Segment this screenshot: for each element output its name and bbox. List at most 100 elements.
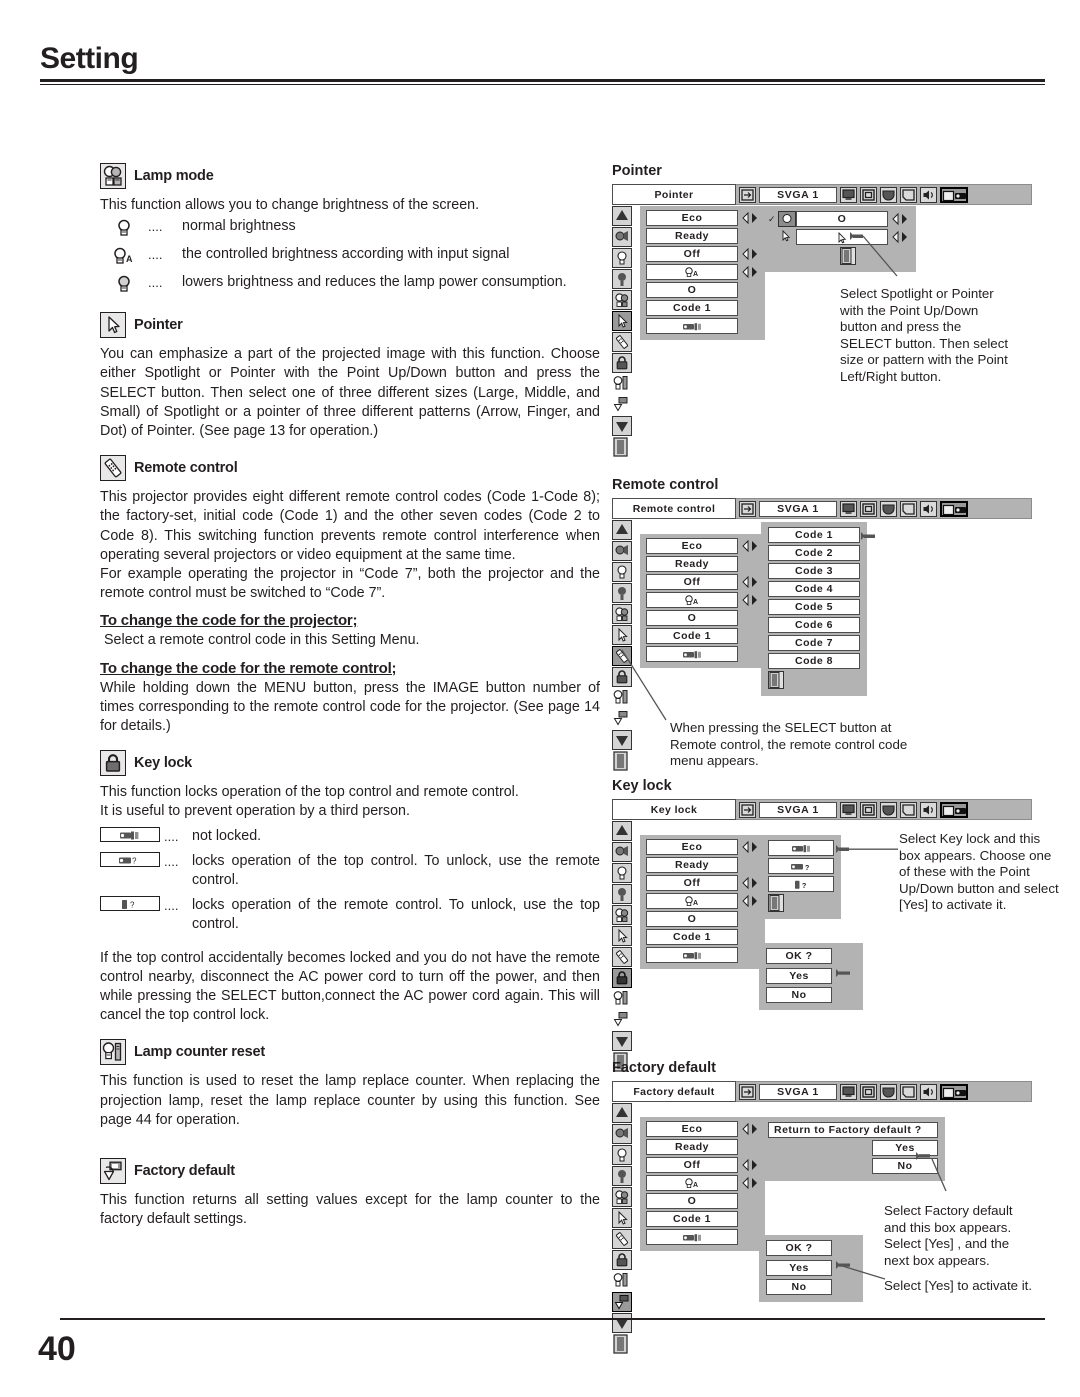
color-adjust-icon[interactable] [880,801,897,818]
left-right-adjust-icon[interactable] [741,539,759,553]
dialog-row[interactable]: No [768,1158,938,1174]
code-row[interactable]: Code 1 [768,527,860,543]
yes-button[interactable]: Yes [766,967,832,984]
padlock-icon[interactable] [612,1250,632,1270]
screen-size-icon[interactable] [900,500,917,517]
left-right-adjust-icon[interactable] [741,211,759,225]
left-right-adjust-icon[interactable] [741,593,759,607]
menu-row[interactable]: A [646,893,759,909]
quit-icon[interactable] [768,671,784,689]
left-right-adjust-icon[interactable] [741,840,759,854]
lamp-counter-reset-icon[interactable] [612,989,632,1009]
scroll-up-icon[interactable] [612,520,632,540]
menu-row[interactable] [646,1229,759,1245]
menu-row[interactable]: A [646,1175,759,1191]
option-row[interactable] [768,894,834,912]
setting-icon[interactable] [940,500,968,517]
scroll-up-icon[interactable] [612,1103,632,1123]
menu-row[interactable]: Eco [646,839,759,855]
menu-row[interactable]: O [646,610,759,626]
sound-icon[interactable] [920,186,937,203]
scroll-up-icon[interactable] [612,206,632,226]
remote-control-icon[interactable] [612,947,632,967]
color-adjust-icon[interactable] [880,186,897,203]
sound-icon[interactable] [920,801,937,818]
scroll-down-icon[interactable] [612,416,632,436]
menu-row[interactable]: Ready [646,556,759,572]
lamp-mode-icon[interactable] [612,290,632,310]
padlock-icon[interactable] [612,353,632,373]
screen-icon[interactable] [860,1083,877,1100]
left-right-adjust-icon[interactable] [741,1176,759,1190]
menu-row[interactable]: Code 1 [646,628,759,644]
input-source-icon[interactable] [739,1083,756,1100]
menu-row[interactable]: Off [646,574,759,590]
scroll-down-icon[interactable] [612,1313,632,1333]
language-icon[interactable] [612,842,632,862]
computer-icon[interactable] [840,801,857,818]
confirm-row[interactable]: Yes [766,966,856,985]
power-management-icon[interactable] [612,583,632,603]
language-icon[interactable] [612,541,632,561]
input-source-icon[interactable] [739,186,756,203]
left-right-adjust-icon[interactable] [741,876,759,890]
code-row[interactable]: Code 8 [768,653,860,669]
lamp-counter-reset-icon[interactable] [612,1271,632,1291]
computer-icon[interactable] [840,1083,857,1100]
menu-row[interactable]: A [646,264,759,280]
lamp-mode-icon[interactable] [612,1187,632,1207]
no-button[interactable]: No [766,1279,832,1295]
scroll-down-icon[interactable] [612,1031,632,1051]
language-icon[interactable] [612,227,632,247]
lamp-icon[interactable] [612,1145,632,1165]
menu-row[interactable]: Off [646,1157,759,1173]
code-row[interactable]: Code 6 [768,617,860,633]
quit-icon[interactable] [612,1334,632,1354]
menu-row[interactable]: Ready [646,1139,759,1155]
lamp-mode-icon[interactable] [612,905,632,925]
quit-icon[interactable] [768,894,784,912]
quit-icon[interactable] [612,437,632,457]
no-button[interactable]: No [766,987,832,1003]
menu-row[interactable]: Ready [646,857,759,873]
left-right-adjust-icon[interactable] [741,1122,759,1136]
code-row[interactable] [768,671,860,689]
screen-size-icon[interactable] [900,801,917,818]
screen-size-icon[interactable] [900,186,917,203]
code-row[interactable]: Code 3 [768,563,860,579]
screen-icon[interactable] [860,500,877,517]
menu-row[interactable]: Off [646,246,759,262]
lamp-icon[interactable] [612,863,632,883]
dialog-row[interactable]: Yes [768,1140,938,1156]
option-row[interactable] [768,840,834,856]
sound-icon[interactable] [920,500,937,517]
left-right-adjust-icon[interactable] [741,265,759,279]
code-row[interactable]: Code 2 [768,545,860,561]
option-row[interactable]: ? [768,876,834,892]
factory-default-icon[interactable] [612,1292,632,1312]
factory-default-icon[interactable] [612,395,632,415]
setting-icon[interactable] [940,1083,968,1100]
scroll-up-icon[interactable] [612,821,632,841]
lamp-mode-icon[interactable] [612,604,632,624]
menu-row[interactable] [646,318,759,334]
power-management-icon[interactable] [612,269,632,289]
menu-row[interactable]: Off [646,875,759,891]
menu-row[interactable]: A [646,592,759,608]
code-row[interactable]: Code 4 [768,581,860,597]
code-row[interactable]: Code 5 [768,599,860,615]
power-management-icon[interactable] [612,884,632,904]
pointer-arrow-icon[interactable] [612,926,632,946]
pointer-arrow-icon[interactable] [612,1208,632,1228]
yes-button[interactable]: Yes [766,1259,832,1276]
menu-row[interactable]: O [646,282,759,298]
menu-row[interactable]: Code 1 [646,1211,759,1227]
menu-row[interactable]: Eco [646,210,759,226]
setting-icon[interactable] [940,801,968,818]
input-source-icon[interactable] [739,500,756,517]
pointer-arrow-icon[interactable] [612,311,632,331]
confirm-row[interactable]: No [766,987,856,1003]
input-source-icon[interactable] [739,801,756,818]
sound-icon[interactable] [920,1083,937,1100]
pointer-arrow-icon[interactable] [612,625,632,645]
